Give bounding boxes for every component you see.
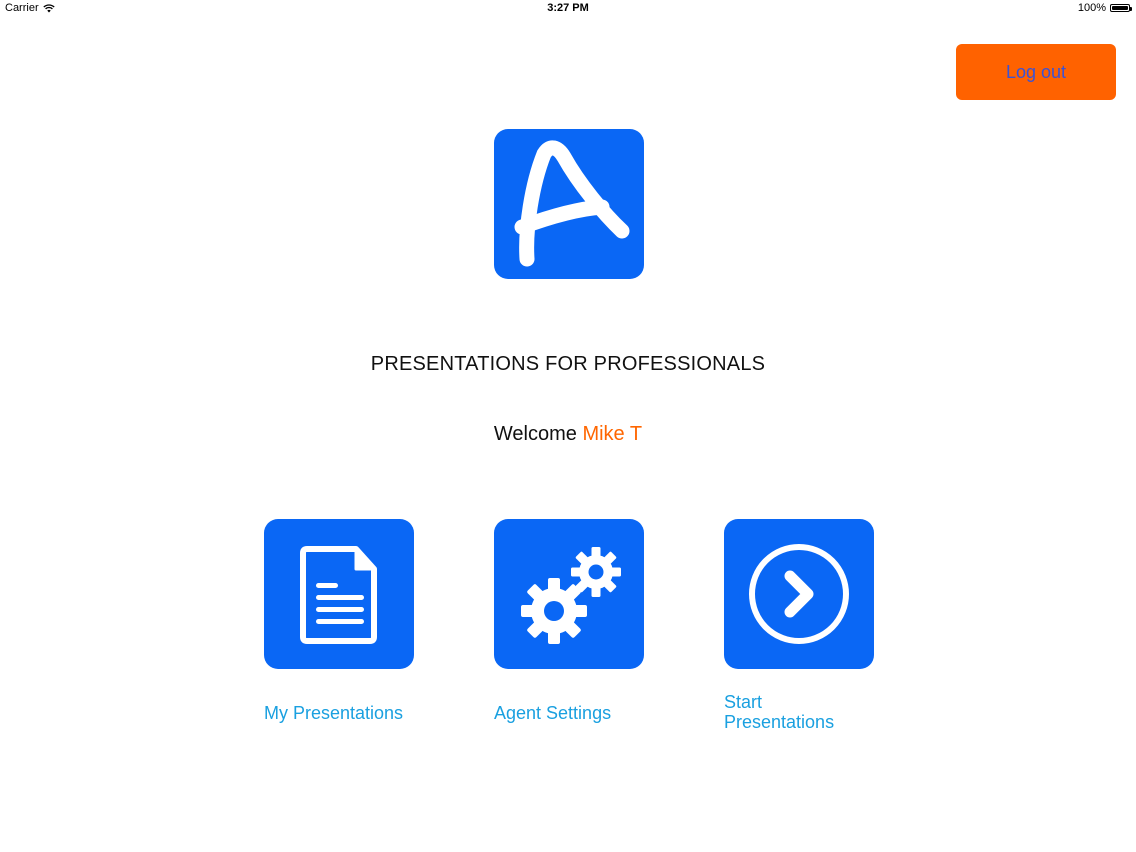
arrow-circle-icon (749, 544, 849, 644)
start-presentations-tile[interactable] (724, 519, 874, 669)
battery-icon (1110, 4, 1132, 12)
agent-settings-label[interactable]: Agent Settings (494, 703, 611, 723)
start-presentations-label[interactable]: Start Presentations (724, 692, 834, 732)
my-presentations-tile[interactable] (264, 519, 414, 669)
user-name: Mike T (582, 423, 643, 445)
welcome-message: Welcome Mike T (0, 423, 1136, 446)
agent-settings-tile[interactable] (494, 519, 644, 669)
start-presentations-label-line2: Presentations (724, 712, 835, 732)
letter-a-logo-icon (514, 140, 630, 267)
gears-icon (521, 547, 621, 644)
app-logo (494, 129, 644, 279)
battery-indicator: 100% (1077, 2, 1132, 14)
logout-button[interactable]: Log out (956, 44, 1116, 100)
status-bar: Carrier 3:27 PM 100% (0, 0, 1136, 18)
my-presentations-label[interactable]: My Presentations (264, 703, 403, 723)
document-icon (300, 546, 377, 644)
start-presentations-label-line1: Start (724, 692, 763, 712)
status-time: 3:27 PM (547, 2, 589, 14)
battery-percent: 100% (1077, 2, 1106, 14)
welcome-prefix: Welcome (493, 423, 577, 445)
tagline: PRESENTATIONS FOR PROFESSIONALS (370, 353, 766, 375)
